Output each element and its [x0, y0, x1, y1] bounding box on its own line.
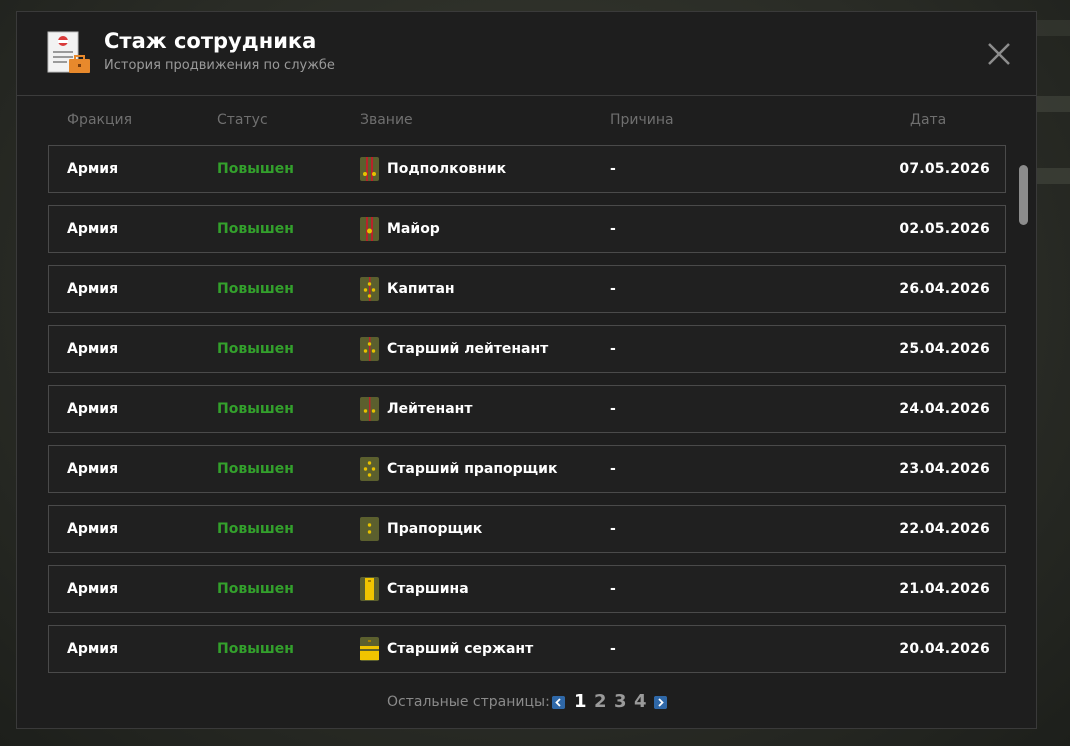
- row-date: 23.04.2026: [899, 461, 990, 477]
- table-row: Армия Повышен Капитан - 26.04.2026: [48, 265, 1006, 313]
- row-status: Повышен: [217, 161, 294, 177]
- row-reason: -: [610, 581, 616, 597]
- column-header-rank: Звание: [360, 112, 413, 128]
- row-reason: -: [610, 641, 616, 657]
- close-icon[interactable]: [985, 40, 1013, 68]
- history-list: Армия Повышен Подполковник - 07.05.2026 …: [48, 145, 1006, 673]
- row-faction: Армия: [67, 521, 119, 537]
- row-status: Повышен: [217, 641, 294, 657]
- warrant-officer-insignia-icon: [360, 517, 379, 541]
- senior-sergeant-insignia-icon: [360, 637, 379, 661]
- window-title: Стаж сотрудника: [104, 29, 317, 53]
- row-date: 26.04.2026: [899, 281, 990, 297]
- row-rank: Майор: [387, 221, 440, 237]
- table-row: Армия Повышен Старшина - 21.04.2026: [48, 565, 1006, 613]
- row-reason: -: [610, 161, 616, 177]
- row-faction: Армия: [67, 161, 119, 177]
- row-date: 07.05.2026: [899, 161, 990, 177]
- row-rank: Лейтенант: [387, 401, 473, 417]
- table-row: Армия Повышен Старший прапорщик - 23.04.…: [48, 445, 1006, 493]
- row-reason: -: [610, 401, 616, 417]
- lieutenant-colonel-insignia-icon: [360, 157, 379, 181]
- table-row: Армия Повышен Старший сержант - 20.04.20…: [48, 625, 1006, 673]
- pagination-label: Остальные страницы:: [387, 694, 550, 710]
- row-status: Повышен: [217, 581, 294, 597]
- page-number[interactable]: 4: [634, 691, 647, 712]
- row-status: Повышен: [217, 221, 294, 237]
- row-rank: Старший прапорщик: [387, 461, 558, 477]
- row-status: Повышен: [217, 521, 294, 537]
- column-header-reason: Причина: [610, 112, 674, 128]
- senior-warrant-officer-insignia-icon: [360, 457, 379, 481]
- chevron-right-icon[interactable]: [654, 696, 667, 709]
- service-history-window: Стаж сотрудника История продвижения по с…: [16, 11, 1037, 729]
- row-date: 21.04.2026: [899, 581, 990, 597]
- row-status: Повышен: [217, 281, 294, 297]
- row-status: Повышен: [217, 461, 294, 477]
- scrollbar[interactable]: [1017, 145, 1029, 673]
- page-number[interactable]: 2: [594, 691, 607, 712]
- captain-insignia-icon: [360, 277, 379, 301]
- row-date: 24.04.2026: [899, 401, 990, 417]
- row-faction: Армия: [67, 581, 119, 597]
- row-date: 02.05.2026: [899, 221, 990, 237]
- row-rank: Старшина: [387, 581, 469, 597]
- row-status: Повышен: [217, 341, 294, 357]
- row-status: Повышен: [217, 401, 294, 417]
- table-row: Армия Повышен Прапорщик - 22.04.2026: [48, 505, 1006, 553]
- chevron-left-icon[interactable]: [552, 696, 565, 709]
- row-date: 25.04.2026: [899, 341, 990, 357]
- senior-lieutenant-insignia-icon: [360, 337, 379, 361]
- row-reason: -: [610, 461, 616, 477]
- employee-record-icon: [47, 31, 90, 73]
- sergeant-major-insignia-icon: [360, 577, 379, 601]
- table-row: Армия Повышен Майор - 02.05.2026: [48, 205, 1006, 253]
- table-row: Армия Повышен Подполковник - 07.05.2026: [48, 145, 1006, 193]
- row-rank: Подполковник: [387, 161, 507, 177]
- column-header-faction: Фракция: [67, 112, 133, 128]
- row-rank: Старший сержант: [387, 641, 534, 657]
- row-rank: Капитан: [387, 281, 455, 297]
- row-reason: -: [610, 521, 616, 537]
- row-date: 20.04.2026: [899, 641, 990, 657]
- row-reason: -: [610, 221, 616, 237]
- row-date: 22.04.2026: [899, 521, 990, 537]
- row-faction: Армия: [67, 341, 119, 357]
- column-header-date: Дата: [910, 112, 947, 128]
- table-row: Армия Повышен Лейтенант - 24.04.2026: [48, 385, 1006, 433]
- lieutenant-insignia-icon: [360, 397, 379, 421]
- table-row: Армия Повышен Старший лейтенант - 25.04.…: [48, 325, 1006, 373]
- column-header-status: Статус: [217, 112, 268, 128]
- window-subtitle: История продвижения по службе: [104, 58, 335, 73]
- pagination: Остальные страницы: 1 2 3 4: [17, 691, 1036, 713]
- scrollbar-thumb[interactable]: [1019, 165, 1028, 225]
- row-faction: Армия: [67, 641, 119, 657]
- row-reason: -: [610, 341, 616, 357]
- row-reason: -: [610, 281, 616, 297]
- row-rank: Старший лейтенант: [387, 341, 549, 357]
- page-number-current[interactable]: 1: [574, 691, 587, 712]
- row-faction: Армия: [67, 461, 119, 477]
- window-header: Стаж сотрудника История продвижения по с…: [17, 12, 1036, 96]
- major-insignia-icon: [360, 217, 379, 241]
- row-rank: Прапорщик: [387, 521, 483, 537]
- row-faction: Армия: [67, 401, 119, 417]
- row-faction: Армия: [67, 221, 119, 237]
- page-number[interactable]: 3: [614, 691, 627, 712]
- row-faction: Армия: [67, 281, 119, 297]
